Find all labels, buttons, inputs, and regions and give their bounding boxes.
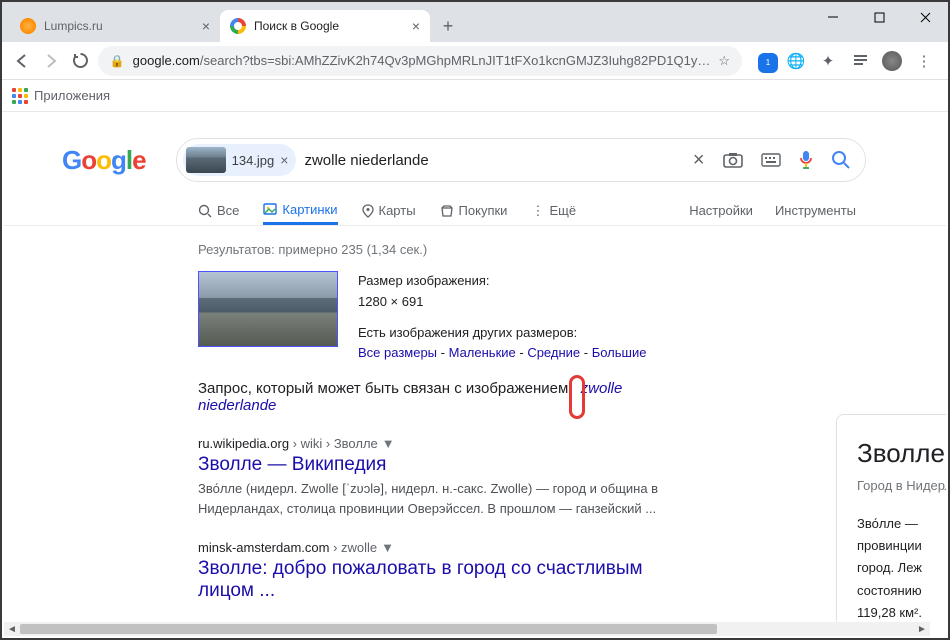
tab-title: Поиск в Google [254, 19, 404, 33]
page-content: Google 134.jpg × × Все Картинки Карты По… [4, 114, 946, 622]
result-snippet: Зво́лле (нидерл. Zwolle [ˈzʋɔlə], нидерл… [198, 479, 684, 518]
size-link-large[interactable]: Большие [592, 345, 647, 360]
reading-list-icon[interactable] [850, 51, 870, 71]
image-chip-close-icon[interactable]: × [280, 152, 288, 168]
browser-tab[interactable]: Lumpics.ru × [10, 10, 220, 42]
lock-icon: 🔒 [110, 54, 125, 68]
search-icon[interactable] [831, 150, 851, 170]
results-column: Результатов: примерно 235 (1,34 сек.) Ра… [4, 226, 684, 602]
search-image-preview[interactable] [198, 271, 338, 347]
apps-label[interactable]: Приложения [34, 88, 110, 103]
clear-icon[interactable]: × [693, 149, 705, 172]
browser-toolbar: 🔒 google.com/search?tbs=sbi:AMhZZivK2h74… [2, 42, 948, 80]
dropdown-icon: ▼ [382, 436, 395, 451]
tab-shopping[interactable]: Покупки [440, 196, 508, 225]
search-tabs: Все Картинки Карты Покупки ⋮Ещё Настройк… [4, 182, 946, 226]
profile-avatar[interactable] [882, 51, 902, 71]
address-bar[interactable]: 🔒 google.com/search?tbs=sbi:AMhZZivK2h74… [98, 46, 742, 76]
size-link-small[interactable]: Маленькие [449, 345, 516, 360]
keyboard-icon[interactable] [761, 153, 781, 167]
apps-grid-icon[interactable] [12, 88, 28, 104]
search-input[interactable] [304, 152, 684, 169]
link-settings[interactable]: Настройки [689, 203, 753, 218]
result-breadcrumb[interactable]: ru.wikipedia.org › wiki › Зволле▼ [198, 436, 684, 451]
reload-button[interactable] [68, 47, 91, 75]
knowledge-body: Зво́лле — провинции город. Леж состоянию… [857, 513, 946, 622]
voice-search-icon[interactable] [799, 150, 813, 170]
size-link-medium[interactable]: Средние [527, 345, 580, 360]
search-result: ru.wikipedia.org › wiki › Зволле▼ Зволле… [198, 436, 684, 518]
other-sizes-label: Есть изображения других размеров: [358, 323, 646, 344]
knowledge-subtitle: Город в Нидерландах [857, 475, 946, 497]
image-chip-filename: 134.jpg [232, 153, 275, 168]
knowledge-title: Зволле [857, 431, 946, 475]
new-tab-button[interactable]: + [434, 12, 462, 40]
result-breadcrumb[interactable]: minsk-amsterdam.com › zwolle▼ [198, 540, 684, 555]
image-chip[interactable]: 134.jpg × [183, 144, 297, 176]
image-chip-thumbnail [186, 147, 226, 173]
extension-icon[interactable]: 🌐 [786, 51, 806, 71]
image-size-label: Размер изображения: [358, 271, 646, 292]
image-size-value: 1280 × 691 [358, 292, 646, 313]
tab-strip: Lumpics.ru × Поиск в Google × + [2, 2, 948, 42]
link-tools[interactable]: Инструменты [775, 203, 856, 218]
extension-icon[interactable]: ◉1 [754, 51, 774, 71]
scroll-left-icon[interactable]: ◄ [4, 624, 20, 635]
result-title[interactable]: Зволле: добро пожаловать в город со счас… [198, 558, 684, 602]
window-minimize[interactable] [810, 2, 856, 32]
dropdown-icon: ▼ [381, 540, 394, 555]
tab-title: Lumpics.ru [44, 19, 194, 33]
tab-images[interactable]: Картинки [263, 196, 337, 225]
favicon-icon [20, 18, 36, 34]
related-query-line: Запрос, который может быть связан с изоб… [198, 380, 684, 414]
scrollbar-thumb[interactable] [20, 624, 717, 634]
browser-tab[interactable]: Поиск в Google × [220, 10, 430, 42]
tab-maps[interactable]: Карты [362, 196, 416, 225]
extensions-menu-icon[interactable]: ✦ [818, 51, 838, 71]
knowledge-panel: Зволле Город в Нидерландах Зво́лле — про… [836, 414, 946, 622]
scroll-right-icon[interactable]: ► [914, 624, 930, 635]
chrome-menu-icon[interactable]: ⋮ [914, 51, 934, 71]
tab-close-icon[interactable]: × [412, 18, 420, 34]
window-maximize[interactable] [856, 2, 902, 32]
forward-button[interactable] [39, 47, 62, 75]
tab-close-icon[interactable]: × [202, 18, 210, 34]
google-logo[interactable]: Google [62, 145, 146, 176]
tab-all[interactable]: Все [198, 196, 239, 225]
result-stats: Результатов: примерно 235 (1,34 сек.) [198, 242, 684, 257]
camera-icon[interactable] [723, 152, 743, 168]
window-close[interactable] [902, 2, 948, 32]
result-title[interactable]: Зволле — Википедия [198, 454, 684, 476]
url-text: google.com/search?tbs=sbi:AMhZZivK2h74Qv… [133, 53, 711, 68]
image-meta: Размер изображения: 1280 × 691 Есть изоб… [358, 271, 646, 364]
search-result: minsk-amsterdam.com › zwolle▼ Зволле: до… [198, 540, 684, 602]
tab-more[interactable]: ⋮Ещё [531, 196, 576, 225]
horizontal-scrollbar[interactable]: ◄ ► [4, 622, 930, 636]
back-button[interactable] [10, 47, 33, 75]
bookmark-bar: Приложения [2, 80, 948, 112]
favicon-icon [230, 18, 246, 34]
extensions-area: ◉1 🌐 ✦ ⋮ [748, 51, 940, 71]
bookmark-star-icon[interactable]: ☆ [718, 53, 730, 69]
size-link-all[interactable]: Все размеры [358, 345, 437, 360]
search-box[interactable]: 134.jpg × × [176, 138, 866, 182]
